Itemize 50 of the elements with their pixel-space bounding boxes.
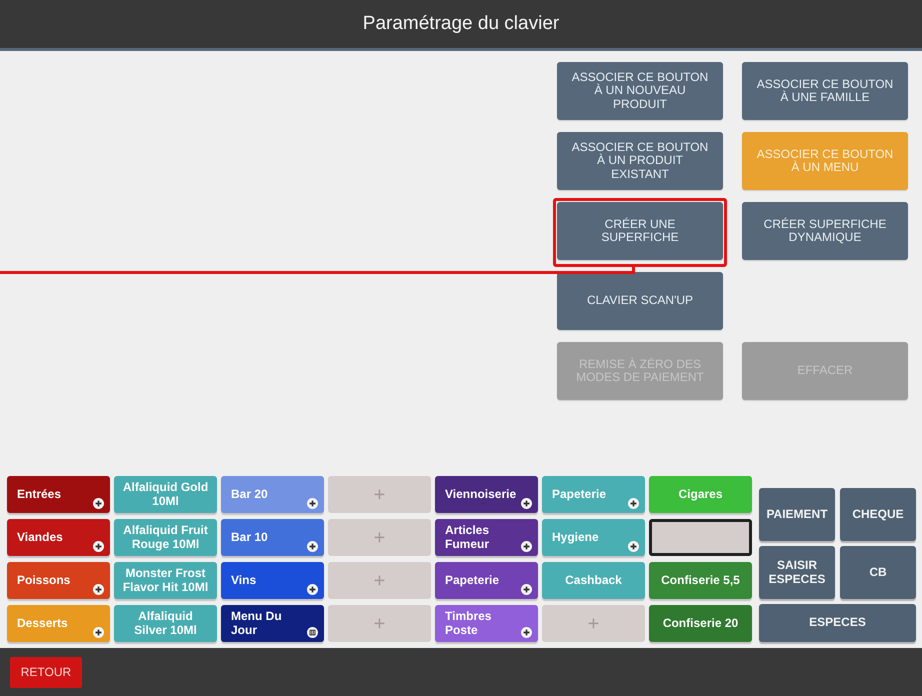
plus-circle-icon <box>93 584 104 595</box>
keypad-key[interactable]: Papeterie <box>435 562 538 599</box>
keypad-key[interactable]: Entrées <box>7 476 110 513</box>
keypad-key[interactable]: Cashback <box>542 562 645 599</box>
keypad-key[interactable]: Alfaliquid Fruit Rouge 10Ml <box>114 519 217 556</box>
payment-button[interactable]: CHEQUE <box>840 488 916 541</box>
plus-circle-icon <box>628 498 639 509</box>
keypad-key[interactable]: Cigares <box>649 476 752 513</box>
keypad-key[interactable]: Bar 20 <box>221 476 324 513</box>
payment-button[interactable]: ESPECES <box>759 604 916 642</box>
keypad-key[interactable]: Confiserie 20 <box>649 605 752 642</box>
keypad-key[interactable]: Hygiene <box>542 519 645 556</box>
keypad-key[interactable]: Confiserie 5,5 <box>649 562 752 599</box>
plus-circle-icon <box>628 541 639 552</box>
payment-button[interactable]: CB <box>840 546 916 599</box>
action-button[interactable]: ASSOCIER CE BOUTON À UNE FAMILLE <box>742 62 908 120</box>
keypad-key[interactable]: Vins <box>221 562 324 599</box>
empty-key[interactable] <box>649 519 752 556</box>
keypad-key[interactable]: Menu Du Jour <box>221 605 324 642</box>
plus-circle-icon <box>521 627 532 638</box>
action-button[interactable]: CLAVIER SCAN'UP <box>557 272 723 330</box>
keypad-key[interactable]: Articles Fumeur <box>435 519 538 556</box>
action-button[interactable]: CRÉER UNE SUPERFICHE <box>557 202 723 260</box>
plus-circle-icon <box>93 541 104 552</box>
payment-button[interactable]: PAIEMENT <box>759 488 835 541</box>
plus-circle-icon <box>307 498 318 509</box>
plus-circle-icon <box>93 627 104 638</box>
plus-circle-icon <box>521 498 532 509</box>
action-button[interactable]: ASSOCIER CE BOUTON À UN PRODUIT EXISTANT <box>557 132 723 190</box>
plus-circle-icon <box>521 541 532 552</box>
action-button[interactable]: CRÉER SUPERFICHE DYNAMIQUE <box>742 202 908 260</box>
back-button[interactable]: RETOUR <box>10 656 82 688</box>
plus-circle-icon <box>93 498 104 509</box>
plus-circle-icon <box>307 584 318 595</box>
keypad-key[interactable]: Timbres Poste <box>435 605 538 642</box>
keypad-key[interactable]: Papeterie <box>542 476 645 513</box>
keypad-key[interactable]: Desserts <box>7 605 110 642</box>
grid-circle-icon <box>307 627 318 638</box>
keypad-key[interactable]: Viandes <box>7 519 110 556</box>
action-button[interactable]: ASSOCIER CE BOUTON À UN NOUVEAU PRODUIT <box>557 62 723 120</box>
keypad-key[interactable]: Bar 10 <box>221 519 324 556</box>
keypad-key[interactable]: Alfaliquid Gold 10Ml <box>114 476 217 513</box>
window-title: Paramétrage du clavier <box>362 13 560 35</box>
keypad-key[interactable]: Poissons <box>7 562 110 599</box>
plus-circle-icon <box>521 584 532 595</box>
payment-button[interactable]: SAISIR ESPECES <box>759 546 835 599</box>
keypad-key[interactable]: Viennoiserie <box>435 476 538 513</box>
keypad-key[interactable]: Alfaliquid Silver 10Ml <box>114 605 217 642</box>
keypad-key[interactable]: Monster Frost Flavor Hit 10Ml <box>114 562 217 599</box>
plus-circle-icon <box>307 541 318 552</box>
